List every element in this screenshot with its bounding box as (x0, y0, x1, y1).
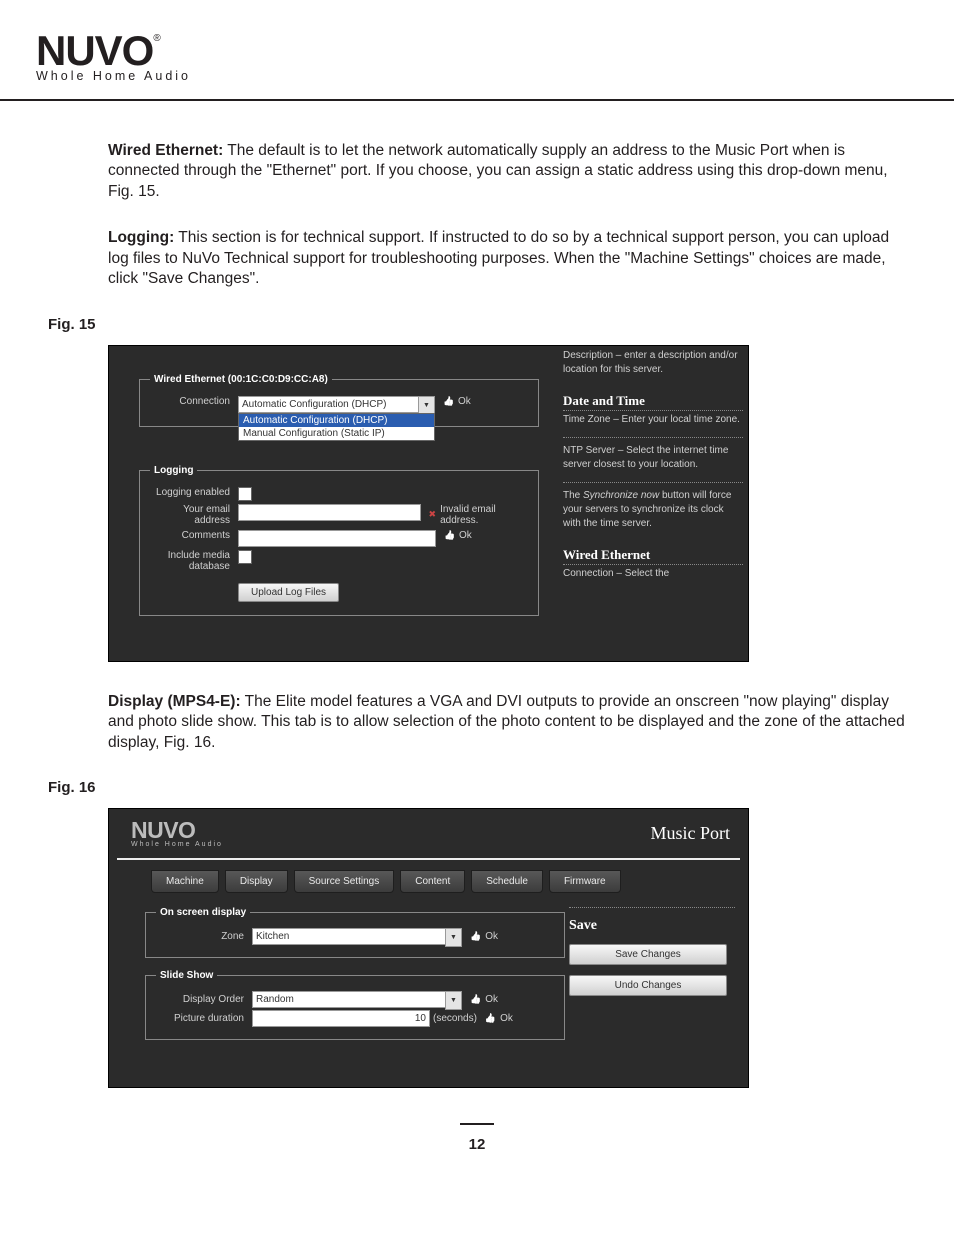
divider (569, 907, 735, 908)
page-header: NUVO® Whole Home Audio (0, 0, 954, 85)
paragraph-display: Display (MPS4-E): The Elite model featur… (108, 692, 906, 753)
tab-display[interactable]: Display (225, 870, 288, 893)
figure-15-screenshot: Wired Ethernet (00:1C:C0:D9:CC:A8) Conne… (108, 345, 749, 662)
wired-ethernet-help: Connection – Select the (563, 567, 743, 581)
seconds-label: (seconds) (433, 1013, 477, 1024)
thumbs-up-icon (443, 396, 454, 407)
ntp-help: NTP Server – Select the internet time se… (563, 444, 743, 472)
connection-input[interactable] (238, 396, 421, 413)
picture-duration-label: Picture duration (156, 1013, 252, 1024)
on-screen-display-fieldset: On screen display Zone ▼ Ok (145, 907, 565, 958)
date-time-heading: Date and Time (563, 393, 743, 411)
zone-label: Zone (156, 931, 252, 942)
picture-duration-input[interactable] (252, 1010, 430, 1027)
undo-changes-button[interactable]: Undo Changes (569, 975, 727, 996)
divider (563, 437, 743, 438)
nuvo-mini-logo: NUVO Whole Home Audio (131, 819, 223, 848)
wired-ethernet-heading: Wired Ethernet (563, 547, 743, 565)
chevron-down-icon[interactable]: ▼ (445, 928, 462, 947)
slide-show-fieldset: Slide Show Display Order ▼ Ok Pic (145, 970, 565, 1040)
tab-bar: Machine Display Source Settings Content … (109, 860, 748, 907)
wired-ethernet-legend: Wired Ethernet (00:1C:C0:D9:CC:A8) (150, 374, 332, 385)
nuvo-logo: NUVO® Whole Home Audio (36, 30, 191, 83)
page-number-area: 12 (0, 1118, 954, 1154)
logo-text: NUVO (36, 27, 153, 74)
osd-legend: On screen display (156, 907, 250, 918)
zone-select[interactable]: ▼ (252, 928, 462, 945)
connection-label: Connection (150, 396, 238, 408)
description-help: Description – enter a description and/or… (563, 349, 743, 377)
slide-show-legend: Slide Show (156, 970, 217, 981)
error-icon (429, 509, 437, 520)
figure-16-screenshot: NUVO Whole Home Audio Music Port Machine… (108, 808, 749, 1088)
registered-icon: ® (153, 33, 160, 44)
page-number: 12 (469, 1136, 486, 1153)
include-media-label: Include media database (150, 550, 238, 573)
comments-status: Ok (444, 530, 472, 541)
email-status: Invalid email address. (429, 504, 528, 526)
app-title: Music Port (650, 823, 730, 844)
save-changes-button[interactable]: Save Changes (569, 944, 727, 965)
paragraph-wired-ethernet: Wired Ethernet: The default is to let th… (108, 141, 906, 202)
comments-input[interactable] (238, 530, 436, 547)
thumbs-up-icon (470, 994, 481, 1005)
wired-ethernet-fieldset: Wired Ethernet (00:1C:C0:D9:CC:A8) Conne… (139, 374, 539, 427)
tab-source-settings[interactable]: Source Settings (294, 870, 395, 893)
dropdown-option[interactable]: Manual Configuration (Static IP) (239, 427, 434, 440)
connection-dropdown[interactable]: Automatic Configuration (DHCP) Manual Co… (238, 413, 435, 441)
figure-15-label: Fig. 15 (48, 316, 954, 333)
zone-status: Ok (470, 931, 498, 942)
divider (563, 482, 743, 483)
email-input[interactable] (238, 504, 421, 521)
sync-help: The Synchronize now button will force yo… (563, 489, 743, 531)
email-label: Your email address (150, 504, 238, 527)
thumbs-up-icon (444, 530, 455, 541)
tab-content[interactable]: Content (400, 870, 465, 893)
logging-legend: Logging (150, 465, 197, 476)
timezone-help: Time Zone – Enter your local time zone. (563, 413, 743, 427)
zone-input[interactable] (252, 928, 448, 945)
figure-16-sidebar: Save Save Changes Undo Changes (565, 907, 735, 1052)
figure-15-sidebar: Description – enter a description and/or… (557, 346, 749, 591)
connection-status: Ok (443, 396, 471, 407)
logo-tagline: Whole Home Audio (36, 70, 191, 83)
comments-label: Comments (150, 530, 238, 542)
save-heading: Save (569, 918, 735, 934)
figure-16-label: Fig. 16 (48, 779, 954, 796)
display-order-input[interactable] (252, 991, 448, 1008)
connection-select[interactable]: ▼ Automatic Configuration (DHCP) Manual … (238, 396, 435, 413)
logging-enabled-label: Logging enabled (150, 487, 238, 499)
picture-duration-status: Ok (485, 1013, 513, 1024)
display-order-label: Display Order (156, 994, 252, 1005)
upload-log-files-button[interactable]: Upload Log Files (238, 583, 339, 602)
include-media-checkbox[interactable] (238, 550, 252, 564)
header-rule (0, 99, 954, 101)
chevron-down-icon[interactable]: ▼ (445, 991, 462, 1010)
thumbs-up-icon (485, 1013, 496, 1024)
display-order-status: Ok (470, 994, 498, 1005)
thumbs-up-icon (470, 931, 481, 942)
paragraph-logging: Logging: This section is for technical s… (108, 228, 906, 289)
dropdown-option[interactable]: Automatic Configuration (DHCP) (239, 414, 434, 427)
logging-fieldset: Logging Logging enabled Your email addre… (139, 465, 539, 616)
display-order-select[interactable]: ▼ (252, 991, 462, 1008)
tab-firmware[interactable]: Firmware (549, 870, 621, 893)
tab-machine[interactable]: Machine (151, 870, 219, 893)
logging-enabled-checkbox[interactable] (238, 487, 252, 501)
tab-schedule[interactable]: Schedule (471, 870, 543, 893)
